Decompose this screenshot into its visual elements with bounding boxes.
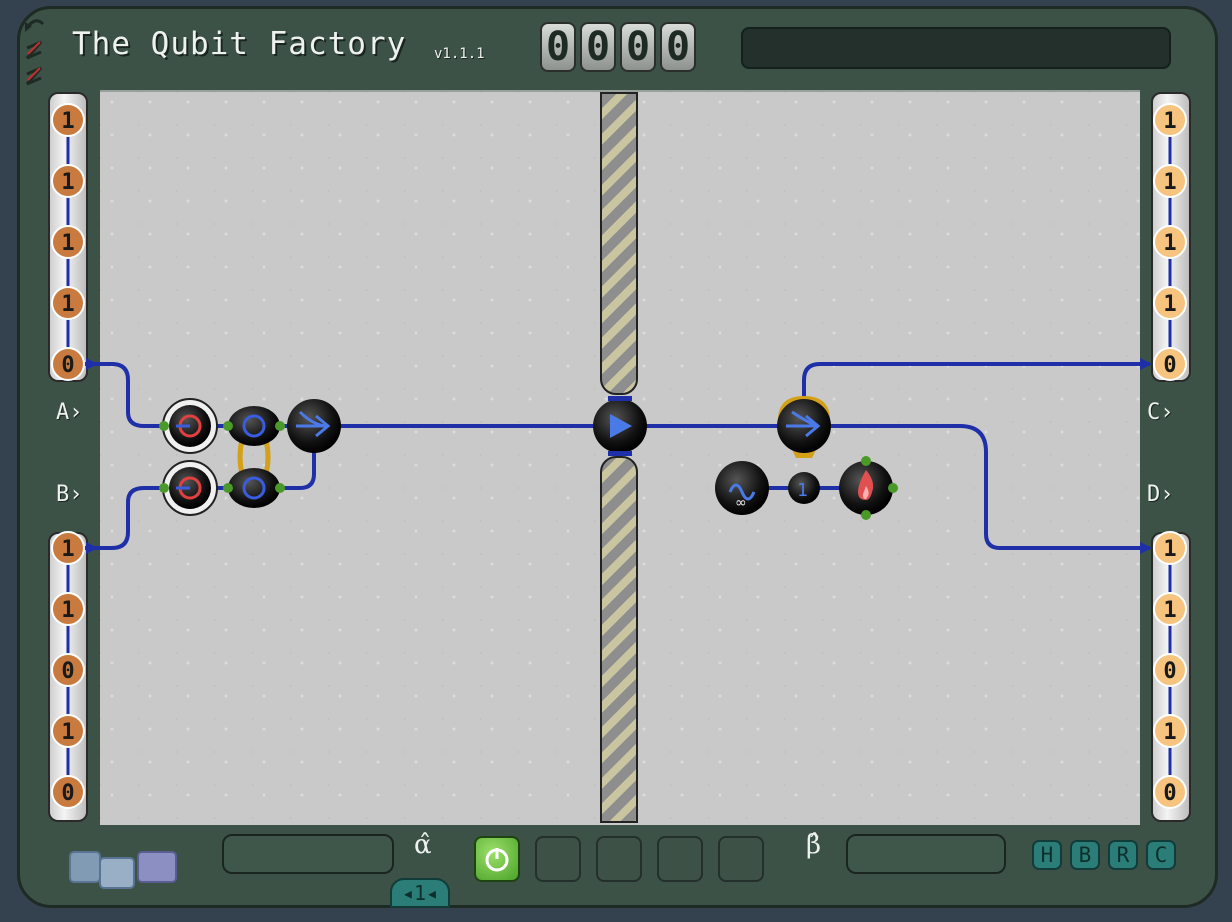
qubit-value: 1 bbox=[1163, 537, 1176, 562]
tool-button-h[interactable]: H bbox=[1032, 840, 1062, 870]
qubit-value: 1 bbox=[1163, 292, 1176, 317]
flame-icon bbox=[839, 456, 898, 520]
output-qubit: 0 bbox=[1153, 653, 1187, 687]
alpha-mark: α̂ bbox=[414, 830, 432, 860]
input-qubit: 0 bbox=[51, 347, 85, 381]
power-button[interactable] bbox=[474, 836, 520, 882]
output-qubit: 1 bbox=[1153, 286, 1187, 320]
page-selector[interactable]: ◂ 1 ◂ bbox=[390, 878, 450, 908]
alpha-slot[interactable] bbox=[222, 834, 394, 874]
tool-button-c[interactable]: C bbox=[1146, 840, 1176, 870]
qubit-value: 0 bbox=[1163, 659, 1176, 684]
qubit-one-icon: 1 bbox=[788, 472, 820, 504]
beta-mark: β̂ bbox=[806, 830, 822, 860]
input-qubit: 1 bbox=[51, 592, 85, 626]
qubit-value: 1 bbox=[61, 231, 74, 256]
input-qubit: 0 bbox=[51, 653, 85, 687]
measure-device-a bbox=[162, 398, 218, 454]
measure-device-b bbox=[162, 460, 218, 516]
qubit-value: 0 bbox=[61, 353, 74, 378]
right-splitter bbox=[777, 399, 831, 453]
control-slot-4[interactable] bbox=[718, 836, 764, 882]
splitter-icon bbox=[287, 399, 341, 453]
qubit-value: 1 bbox=[1163, 598, 1176, 623]
output-qubit: 0 bbox=[1153, 775, 1187, 809]
control-slot-3[interactable] bbox=[657, 836, 703, 882]
qubit-value: 0 bbox=[61, 781, 74, 806]
qubit-value: 0 bbox=[1163, 353, 1176, 378]
output-qubit: 1 bbox=[1153, 714, 1187, 748]
qubit-value: 1 bbox=[1163, 231, 1176, 256]
qubit-value: 1 bbox=[61, 720, 74, 745]
output-qubit: 1 bbox=[1153, 592, 1187, 626]
qubit-value: 1 bbox=[61, 170, 74, 195]
qubit-value: 1 bbox=[1163, 109, 1176, 134]
svg-text:∞: ∞ bbox=[735, 495, 747, 511]
qubit-value: 1 bbox=[61, 598, 74, 623]
qubit-value: 1 bbox=[61, 292, 74, 317]
output-qubit: 1 bbox=[1153, 103, 1187, 137]
output-qubit: 1 bbox=[1153, 225, 1187, 259]
beta-slot[interactable] bbox=[846, 834, 1006, 874]
qubit-value: 0 bbox=[61, 659, 74, 684]
qubit-value: 1 bbox=[61, 109, 74, 134]
output-qubit: 1 bbox=[1153, 531, 1187, 565]
input-qubit: 1 bbox=[51, 225, 85, 259]
input-qubit: 1 bbox=[51, 103, 85, 137]
output-qubit: 1 bbox=[1153, 164, 1187, 198]
input-qubit: 0 bbox=[51, 775, 85, 809]
qubit-value: 0 bbox=[1163, 781, 1176, 806]
wire-up bbox=[802, 362, 1150, 398]
gate-a bbox=[228, 406, 280, 446]
infinity-icon: ∞ bbox=[715, 461, 769, 515]
power-icon bbox=[485, 848, 509, 872]
gate-b bbox=[228, 468, 280, 508]
center-gate bbox=[593, 396, 647, 456]
input-qubit: 1 bbox=[51, 714, 85, 748]
control-slot-2[interactable] bbox=[596, 836, 642, 882]
control-slot-1[interactable] bbox=[535, 836, 581, 882]
stack-icon bbox=[69, 851, 177, 889]
tool-button-r[interactable]: R bbox=[1108, 840, 1138, 870]
qubit-value: 1 bbox=[61, 537, 74, 562]
qubit-value: 1 bbox=[1163, 720, 1176, 745]
input-qubit: 1 bbox=[51, 164, 85, 198]
circuit-layer: ∞ 1 1 1 1 1 0 1 1 0 1 0 1 1 1 1 0 1 1 0 1 0 bbox=[51, 103, 1187, 889]
qubit-value: 1 bbox=[1163, 170, 1176, 195]
svg-text:1: 1 bbox=[797, 480, 808, 501]
input-qubit: 1 bbox=[51, 531, 85, 565]
output-qubit: 0 bbox=[1153, 347, 1187, 381]
input-qubit: 1 bbox=[51, 286, 85, 320]
tool-button-b[interactable]: B bbox=[1070, 840, 1100, 870]
